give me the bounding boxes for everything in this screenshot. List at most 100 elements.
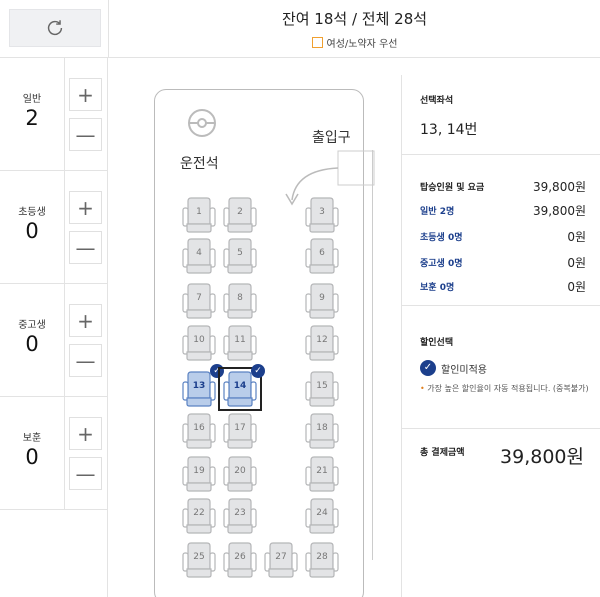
- counter-general: 일반 2 + —: [0, 58, 107, 171]
- fare-label: 일반 2명: [420, 207, 455, 217]
- seat-22[interactable]: 22: [180, 497, 218, 535]
- seat-25[interactable]: 25: [180, 541, 218, 579]
- seat-number: 7: [196, 293, 202, 303]
- seat-number: 12: [316, 335, 328, 345]
- seat-26[interactable]: 26: [221, 541, 259, 579]
- seat-20[interactable]: 20: [221, 455, 259, 493]
- seat-number: 8: [237, 293, 243, 303]
- plus-icon: +: [77, 421, 94, 446]
- fare-row: 탑승인원 및 요금 39,800원: [420, 178, 586, 195]
- student-minus-button[interactable]: —: [69, 344, 102, 377]
- seat-number: 19: [193, 466, 205, 476]
- elementary-plus-button[interactable]: +: [69, 191, 102, 224]
- seat-number: 28: [316, 552, 328, 562]
- general-plus-button[interactable]: +: [69, 78, 102, 111]
- seat-18[interactable]: 18: [303, 412, 341, 450]
- seat-number: 24: [316, 508, 328, 518]
- minus-icon: —: [75, 235, 96, 260]
- counter-student: 중고생 0 + —: [0, 284, 107, 397]
- fare-label: 보훈 0명: [420, 283, 455, 293]
- fare-value: 0원: [567, 280, 586, 294]
- total-section: 총 결제금액 39,800원: [402, 430, 600, 490]
- passenger-counters: 일반 2 + — 초등생 0 + — 중고생 0 + — 보훈 0 + —: [0, 58, 108, 597]
- general-minus-button[interactable]: —: [69, 118, 102, 151]
- seat-10[interactable]: 10: [180, 324, 218, 362]
- seat-number: 22: [193, 508, 205, 518]
- counter-value: 0: [25, 445, 39, 469]
- fare-section: 탑승인원 및 요금 39,800원 일반 2명 39,800원 초등생 0명 0원 중…: [402, 156, 600, 306]
- priority-legend: 여성/노약자 우선: [109, 35, 600, 50]
- seat-number: 18: [316, 423, 328, 433]
- seat-number: 26: [234, 552, 246, 562]
- refresh-button[interactable]: [9, 9, 101, 47]
- fare-row: 일반 2명 39,800원: [420, 202, 586, 219]
- seat-number: 17: [234, 423, 246, 433]
- veteran-plus-button[interactable]: +: [69, 417, 102, 450]
- seat-11[interactable]: 11: [221, 324, 259, 362]
- seat-27[interactable]: 27: [262, 541, 300, 579]
- total-value: 39,800원: [500, 446, 584, 468]
- seat-number: 6: [319, 248, 325, 258]
- seat-16[interactable]: 16: [180, 412, 218, 450]
- seat-number: 3: [319, 207, 325, 217]
- seat-number: 1: [196, 207, 202, 217]
- seat-21[interactable]: 21: [303, 455, 341, 493]
- counter-label: 초등생: [18, 207, 46, 218]
- seat-6[interactable]: 6: [303, 237, 341, 275]
- seat-17[interactable]: 17: [221, 412, 259, 450]
- counter-veteran: 보훈 0 + —: [0, 397, 107, 510]
- seat-13[interactable]: 13 ✓: [180, 364, 224, 408]
- fare-row: 보훈 0명 0원: [420, 278, 586, 295]
- fare-label: 초등생 0명: [420, 233, 463, 243]
- seat-4[interactable]: 4: [180, 237, 218, 275]
- discount-note: • 가장 높은 할인율이 자동 적용됩니다. (중복불가): [420, 384, 589, 393]
- seat-8[interactable]: 8: [221, 282, 259, 320]
- minus-icon: —: [75, 348, 96, 373]
- discount-option-none[interactable]: ✓ 할인미적용: [420, 360, 487, 376]
- priority-legend-swatch: [311, 37, 323, 48]
- veteran-minus-button[interactable]: —: [69, 457, 102, 490]
- seat-15[interactable]: 15: [303, 370, 341, 408]
- steering-wheel-icon: [188, 109, 216, 137]
- refresh-icon: [47, 20, 63, 36]
- seat-availability-title: 잔여 18석 / 전체 28석: [281, 10, 428, 28]
- seat-3[interactable]: 3: [303, 196, 341, 234]
- entrance-label: 출입구: [312, 130, 351, 146]
- seat-number: 14: [233, 381, 247, 391]
- seat-number: 11: [234, 335, 246, 345]
- seat-19[interactable]: 19: [180, 455, 218, 493]
- counter-value: 2: [25, 106, 39, 130]
- discount-section: 할인선택 ✓ 할인미적용 • 가장 높은 할인율이 자동 적용됩니다. (중복불…: [402, 307, 600, 429]
- seat-14[interactable]: 14 ✓: [218, 364, 265, 411]
- fare-row: 중고생 0명 0원: [420, 254, 586, 271]
- student-plus-button[interactable]: +: [69, 304, 102, 337]
- seat-24[interactable]: 24: [303, 497, 341, 535]
- counter-label: 보훈: [22, 433, 42, 444]
- seat-12[interactable]: 12: [303, 324, 341, 362]
- minus-icon: —: [75, 122, 96, 147]
- bus-wall-line: [372, 150, 373, 560]
- counter-label: 일반: [22, 94, 42, 105]
- seat-number: 5: [237, 248, 243, 258]
- seat-number: 13: [192, 381, 206, 391]
- seat-23[interactable]: 23: [221, 497, 259, 535]
- fare-value: 39,800원: [532, 204, 586, 218]
- seat-number: 4: [196, 248, 202, 258]
- seat-number: 25: [193, 552, 205, 562]
- seat-9[interactable]: 9: [303, 282, 341, 320]
- seat-5[interactable]: 5: [221, 237, 259, 275]
- seat-2[interactable]: 2: [221, 196, 259, 234]
- driver-seat-label: 운전석: [180, 156, 219, 172]
- counter-value: 0: [25, 332, 39, 356]
- seat-7[interactable]: 7: [180, 282, 218, 320]
- total-label: 총 결제금액: [420, 448, 465, 458]
- check-circle-icon: ✓: [420, 360, 436, 376]
- discount-option-label: 할인미적용: [441, 364, 487, 376]
- elementary-minus-button[interactable]: —: [69, 231, 102, 264]
- plus-icon: +: [77, 195, 94, 220]
- counter-value: 0: [25, 219, 39, 243]
- seat-28[interactable]: 28: [303, 541, 341, 579]
- fare-label: 중고생 0명: [420, 259, 463, 269]
- seat-1[interactable]: 1: [180, 196, 218, 234]
- check-icon: ✓: [251, 364, 265, 378]
